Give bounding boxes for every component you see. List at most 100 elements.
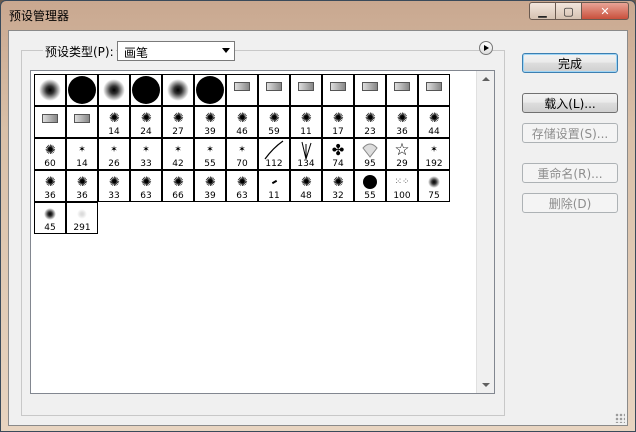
brush-preset-cell[interactable]: [226, 74, 258, 106]
brush-preset-cell[interactable]: [162, 74, 194, 106]
brush-preset-cell[interactable]: ✺ 27: [162, 106, 194, 138]
brush-preset-cell[interactable]: 55: [354, 170, 386, 202]
brush-preset-cell[interactable]: [194, 74, 226, 106]
brush-preset-cell[interactable]: ✶ 26: [98, 138, 130, 170]
brush-preset-cell[interactable]: [34, 74, 66, 106]
brush-preset-cell[interactable]: [34, 106, 66, 138]
brush-size-label: 11: [268, 191, 280, 201]
brush-preset-cell[interactable]: ✺ 63: [226, 170, 258, 202]
vertical-scrollbar[interactable]: [476, 71, 494, 393]
brush-preset-cell[interactable]: [354, 74, 386, 106]
scatter-brush-icon: ✺: [333, 174, 344, 190]
brush-preset-cell[interactable]: ✶ 42: [162, 138, 194, 170]
brush-preset-cell[interactable]: ✶ 14: [66, 138, 98, 170]
brush-size-label: 36: [44, 191, 56, 201]
preset-type-value: 画笔: [124, 46, 149, 60]
brush-preset-cell[interactable]: [66, 106, 98, 138]
title-bar[interactable]: 预设管理器 ▁ ▢ ✕: [1, 1, 635, 29]
done-button[interactable]: 完成: [522, 53, 618, 73]
scroll-up-arrow-icon[interactable]: [477, 71, 494, 88]
brush-preset-cell[interactable]: ✺ 60: [34, 138, 66, 170]
brush-size-label: 45: [44, 223, 56, 233]
brush-preset-cell[interactable]: ✶ 33: [130, 138, 162, 170]
brush-preset-cell[interactable]: ☆ 29: [386, 138, 418, 170]
line-brush-icon: [259, 139, 289, 161]
brush-preset-cell[interactable]: 11: [258, 170, 290, 202]
brush-preset-cell[interactable]: ✺ 44: [418, 106, 450, 138]
minimize-button[interactable]: ▁: [529, 2, 556, 20]
grass-brush-icon: [291, 139, 321, 161]
brush-size-label: 95: [364, 159, 376, 169]
brush-preset-cell[interactable]: ✺ 24: [130, 106, 162, 138]
scatter-brush-icon: ✺: [45, 174, 56, 190]
scatter-brush-icon: ✺: [237, 110, 248, 126]
brush-preset-cell[interactable]: ✺ 36: [386, 106, 418, 138]
brush-size-label: 29: [396, 159, 408, 169]
brush-preset-cell[interactable]: [258, 74, 290, 106]
brush-size-label: 63: [140, 191, 152, 201]
brush-preset-cell[interactable]: ✶ 55: [194, 138, 226, 170]
brush-size-label: 46: [236, 127, 248, 137]
brush-tip-icon: [35, 107, 65, 129]
close-button[interactable]: ✕: [581, 2, 629, 20]
brush-preset-cell[interactable]: ✺ 23: [354, 106, 386, 138]
brush-preset-cell[interactable]: ✺ 66: [162, 170, 194, 202]
brush-preset-cell[interactable]: ✺ 36: [34, 170, 66, 202]
brush-preset-cell[interactable]: ✶ 70: [226, 138, 258, 170]
brush-preset-cell[interactable]: ✺ 17: [322, 106, 354, 138]
brush-preset-cell[interactable]: 75: [418, 170, 450, 202]
brush-preset-cell[interactable]: [386, 74, 418, 106]
brush-preset-cell[interactable]: 291: [66, 202, 98, 234]
rename-button[interactable]: 重命名(R)...: [522, 163, 618, 183]
save-set-button[interactable]: 存储设置(S)...: [522, 123, 618, 143]
brush-preset-cell[interactable]: [322, 74, 354, 106]
load-button[interactable]: 载入(L)...: [522, 93, 618, 113]
brush-preset-cell[interactable]: ✺ 46: [226, 106, 258, 138]
brush-preset-cell[interactable]: [290, 74, 322, 106]
play-arrow-icon: [484, 45, 489, 51]
brush-size-label: 39: [204, 127, 216, 137]
brush-size-label: 24: [140, 127, 152, 137]
brush-preset-cell[interactable]: ✺ 63: [130, 170, 162, 202]
scatter-brush-icon: ✺: [269, 110, 280, 126]
soft-round-brush-icon: [419, 171, 449, 193]
star-brush-icon: ✶: [110, 145, 118, 155]
scatter-brush-icon: ✺: [77, 174, 88, 190]
brush-preset-cell[interactable]: ✺ 36: [66, 170, 98, 202]
delete-button[interactable]: 删除(D): [522, 193, 618, 213]
star-brush-icon: ✶: [430, 145, 438, 155]
brush-preset-cell[interactable]: 45: [34, 202, 66, 234]
hard-round-brush-icon: [355, 171, 385, 193]
brush-preset-cell[interactable]: 112: [258, 138, 290, 170]
brush-preset-cell[interactable]: 134: [290, 138, 322, 170]
brush-list[interactable]: ✺ 14 ✺ 24 ✺ 27 ✺ 39 ✺ 46 ✺ 59 ✺ 11 ✺ 17 ✺ 23 ✺ 36 ✺ 44 ✺ 60 ✶ 14 ✶…: [30, 70, 495, 394]
brush-preset-cell[interactable]: ✺ 33: [98, 170, 130, 202]
brush-preset-cell[interactable]: [418, 74, 450, 106]
brush-preset-cell[interactable]: ✺ 11: [290, 106, 322, 138]
brush-preset-cell[interactable]: ✺ 14: [98, 106, 130, 138]
brush-preset-cell[interactable]: ✺ 48: [290, 170, 322, 202]
maximize-button[interactable]: ▢: [555, 2, 582, 20]
flyout-menu-button[interactable]: [479, 41, 493, 55]
brush-preset-cell[interactable]: [98, 74, 130, 106]
preset-type-select[interactable]: 画笔: [117, 41, 235, 61]
brush-preset-cell[interactable]: ✶ 192: [418, 138, 450, 170]
brush-preset-cell[interactable]: ✺ 39: [194, 106, 226, 138]
brush-preset-cell[interactable]: 95: [354, 138, 386, 170]
brush-preset-cell[interactable]: ✺ 32: [322, 170, 354, 202]
brush-size-label: 36: [76, 191, 88, 201]
scroll-down-arrow-icon[interactable]: [477, 376, 494, 393]
brush-preset-cell[interactable]: [66, 74, 98, 106]
scatter-brush-icon: ✺: [333, 110, 344, 126]
brush-preset-cell[interactable]: ⁙⁘ 100: [386, 170, 418, 202]
resize-grip[interactable]: [615, 413, 625, 423]
soft-round-brush-icon: [35, 75, 65, 105]
preset-type-label: 预设类型(P):: [43, 43, 116, 60]
brush-preset-cell[interactable]: ✺ 59: [258, 106, 290, 138]
brush-preset-cell[interactable]: ✤ 74: [322, 138, 354, 170]
chevron-down-icon: [222, 48, 230, 53]
brush-preset-cell[interactable]: ✺ 39: [194, 170, 226, 202]
brush-preset-cell[interactable]: [130, 74, 162, 106]
star-outline-icon: ☆: [394, 140, 410, 160]
brush-size-label: 14: [108, 127, 120, 137]
